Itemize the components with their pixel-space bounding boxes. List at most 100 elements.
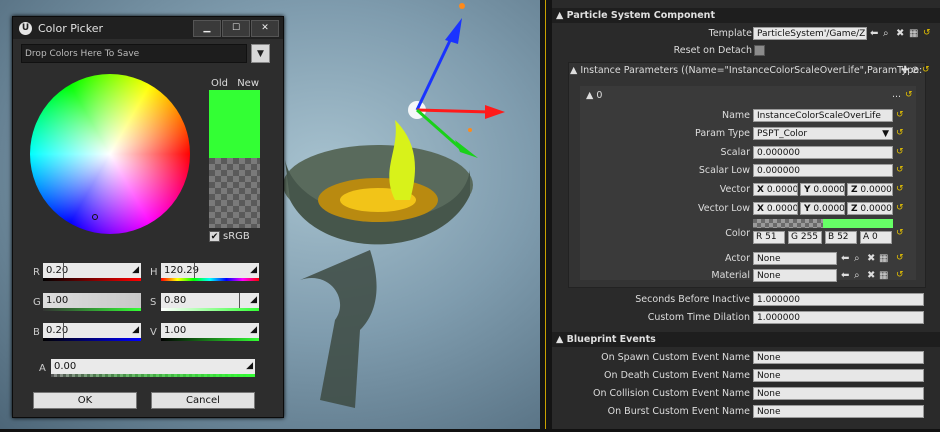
ok-button[interactable]: OK [33, 392, 137, 409]
actor-clear-icon[interactable]: ✖ [867, 252, 875, 265]
saturation-channel-input[interactable]: 0.80 ◢ [161, 293, 259, 308]
vector-low-x-field[interactable]: X 0.0000 [753, 202, 798, 215]
scalar-label: Scalar [720, 147, 750, 158]
color-b-field[interactable]: B 52 [825, 231, 857, 244]
param-type-reset-icon[interactable]: ↺ [896, 127, 904, 140]
instance-index-label[interactable]: ▲ 0 [586, 90, 602, 101]
hue-channel-label: H [150, 267, 158, 278]
on-collision-field[interactable]: None [753, 387, 924, 400]
clear-icon[interactable]: ✖ [896, 27, 904, 40]
custom-time-dilation-label: Custom Time Dilation [647, 312, 750, 323]
material-clear-icon[interactable]: ✖ [867, 269, 875, 282]
red-channel-input[interactable]: 0.20 ◢ [43, 263, 141, 278]
grid-icon[interactable]: ▦ [909, 27, 918, 40]
template-field[interactable]: ParticleSystem'/Game/Z [753, 27, 867, 40]
custom-time-dilation-field[interactable]: 1.000000 [753, 311, 924, 324]
vector-x-field[interactable]: X 0.0000 [753, 183, 798, 196]
scalar-reset-icon[interactable]: ↺ [896, 146, 904, 159]
scalar-field[interactable]: 0.000000 [753, 146, 893, 159]
alpha-channel-gradient [51, 374, 255, 377]
on-burst-field[interactable]: None [753, 405, 924, 418]
on-death-field[interactable]: None [753, 369, 924, 382]
gizmo-axis-y [416, 108, 461, 150]
color-themes-dropdown-button[interactable]: ▼ [251, 44, 270, 63]
more-options-icon[interactable]: ... [892, 89, 901, 100]
green-channel-gradient [43, 308, 141, 311]
color-picker-title: Color Picker [38, 21, 103, 35]
actor-use-selected-icon[interactable]: ⬅ [841, 252, 849, 265]
material-reset-icon[interactable]: ↺ [896, 269, 904, 282]
scalar-low-label: Scalar Low [698, 165, 750, 176]
color-picker-titlebar[interactable]: U Color Picker ▁ ☐ ✕ [13, 17, 283, 39]
color-drop-zone[interactable]: Drop Colors Here To Save [21, 44, 247, 63]
scalar-low-reset-icon[interactable]: ↺ [896, 164, 904, 177]
template-label: Template [708, 28, 752, 39]
material-use-selected-icon[interactable]: ⬅ [841, 269, 849, 282]
panel-divider[interactable] [540, 0, 552, 429]
new-color-swatch [209, 90, 260, 158]
green-channel-input[interactable]: 1.00 [43, 293, 141, 308]
color-preview[interactable] [753, 219, 893, 228]
flame [389, 120, 415, 200]
cancel-button[interactable]: Cancel [151, 392, 255, 409]
clear-all-icon[interactable]: ⊘ [911, 64, 919, 77]
material-browse-icon[interactable]: ⌕ [854, 269, 860, 282]
section-header-particle-system[interactable]: ▲ Particle System Component [552, 8, 940, 23]
alpha-channel-label: A [39, 363, 46, 374]
material-field[interactable]: None [753, 269, 837, 282]
on-spawn-field[interactable]: None [753, 351, 924, 364]
red-channel-gradient [43, 278, 141, 281]
color-r-field[interactable]: R 51 [753, 231, 785, 244]
saturation-channel-label: S [150, 297, 157, 308]
name-reset-icon[interactable]: ↺ [896, 109, 904, 122]
item-reset-icon[interactable]: ↺ [905, 89, 913, 102]
color-g-field[interactable]: G 255 [788, 231, 822, 244]
actor-browse-icon[interactable]: ⌕ [854, 252, 860, 265]
vector-low-y-field[interactable]: Y 0.0000 [800, 202, 845, 215]
vector-z-field[interactable]: Z 0.0000 [847, 183, 893, 196]
reset-icon[interactable]: ↺ [923, 27, 931, 40]
gizmo-axis-x [416, 108, 491, 114]
alpha-channel-input[interactable]: 0.00 ◢ [51, 359, 255, 374]
value-channel-gradient [161, 338, 259, 341]
color-wheel-selector[interactable] [92, 214, 98, 220]
color-reset-icon[interactable]: ↺ [896, 227, 904, 240]
actor-grid-icon[interactable]: ▦ [879, 252, 888, 265]
name-field[interactable]: InstanceColorScaleOverLife [753, 109, 893, 122]
actor-reset-icon[interactable]: ↺ [896, 252, 904, 265]
hue-channel-input[interactable]: 120.29 ◢ [161, 263, 259, 278]
blue-channel-input[interactable]: 0.20 ◢ [43, 323, 141, 338]
vector-reset-icon[interactable]: ↺ [896, 183, 904, 196]
use-selected-icon[interactable]: ⬅ [870, 27, 878, 40]
color-wheel[interactable] [30, 74, 190, 234]
minimize-button[interactable]: ▁ [193, 19, 221, 37]
color-picker-window: U Color Picker ▁ ☐ ✕ Drop Colors Here To… [12, 16, 284, 418]
color-a-field[interactable]: A 0 [860, 231, 892, 244]
vector-low-z-field[interactable]: Z 0.0000 [847, 202, 893, 215]
add-icon[interactable]: ✚ [901, 64, 909, 77]
section-header-blueprint-events[interactable]: ▲ Blueprint Events [552, 332, 940, 347]
seconds-before-inactive-field[interactable]: 1.000000 [753, 293, 924, 306]
vector-y-field[interactable]: Y 0.0000 [800, 183, 845, 196]
color-label: Color [725, 228, 750, 239]
vector-label: Vector [719, 184, 750, 195]
saturation-channel-gradient [161, 308, 259, 311]
scalar-low-field[interactable]: 0.000000 [753, 164, 893, 177]
actor-field[interactable]: None [753, 252, 837, 265]
instance-reset-icon[interactable]: ↺ [922, 64, 930, 77]
close-button[interactable]: ✕ [251, 19, 279, 37]
maximize-button[interactable]: ☐ [222, 19, 250, 37]
green-channel-label: G [33, 297, 41, 308]
on-death-label: On Death Custom Event Name [604, 370, 750, 381]
material-grid-icon[interactable]: ▦ [879, 269, 888, 282]
instance-parameters-header[interactable]: ▲ Instance Parameters ((Name="InstanceCo… [570, 65, 922, 76]
srgb-checkbox[interactable]: ✔ [209, 231, 220, 242]
vector-low-label: Vector Low [698, 203, 750, 214]
vector-low-reset-icon[interactable]: ↺ [896, 202, 904, 215]
value-channel-input[interactable]: 1.00 ◢ [161, 323, 259, 338]
param-type-select[interactable]: PSPT_Color ▼ [753, 127, 893, 140]
param-type-label: Param Type [695, 128, 750, 139]
blue-channel-gradient [43, 338, 141, 341]
browse-icon[interactable]: ⌕ [883, 27, 889, 40]
reset-on-detach-checkbox[interactable] [754, 45, 765, 56]
